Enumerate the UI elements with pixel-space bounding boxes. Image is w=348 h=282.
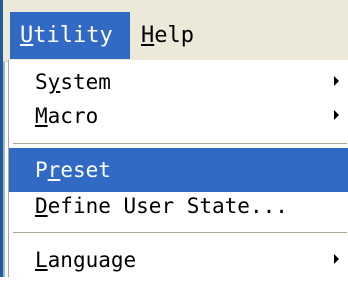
submenu-arrow-icon: [334, 76, 339, 86]
menu-item-macro-mnemonic: M: [35, 104, 48, 128]
menu-item-define-mnemonic: D: [35, 194, 48, 218]
menu-item-macro-label-end: acro: [47, 104, 99, 128]
menu-help[interactable]: Help: [131, 12, 201, 59]
menu-item-define-label-end: efine User State...: [47, 194, 288, 218]
menu-help-mnemonic: H: [141, 23, 155, 48]
menu-utility-label: tility: [33, 23, 113, 48]
menu-item-macro[interactable]: Macro: [9, 94, 348, 138]
utility-dropdown-menu: System Macro Preset Define User State...…: [8, 60, 348, 277]
menu-item-define-user-state[interactable]: Define User State...: [9, 184, 348, 228]
menu-utility-mnemonic: U: [20, 23, 34, 48]
menu-item-language[interactable]: Language: [9, 238, 348, 282]
menu-item-system-mnemonic: y: [47, 70, 61, 94]
menu-item-system-label-end: stem: [60, 70, 111, 94]
submenu-arrow-icon: [334, 110, 339, 120]
menu-bar: Utility Help: [3, 0, 348, 62]
menu-item-preset-label-start: P: [35, 158, 48, 182]
menu-item-language-label-end: anguage: [47, 248, 137, 272]
menu-separator: [13, 232, 347, 233]
menu-separator: [13, 143, 347, 144]
menu-item-language-mnemonic: L: [35, 248, 48, 272]
submenu-arrow-icon: [334, 254, 339, 264]
menu-utility[interactable]: Utility: [10, 12, 130, 59]
menu-item-system-label-start: S: [35, 70, 48, 94]
menu-item-preset-label-end: eset: [60, 158, 111, 182]
menu-help-label: elp: [154, 23, 194, 48]
menu-item-preset-mnemonic: r: [47, 158, 61, 182]
